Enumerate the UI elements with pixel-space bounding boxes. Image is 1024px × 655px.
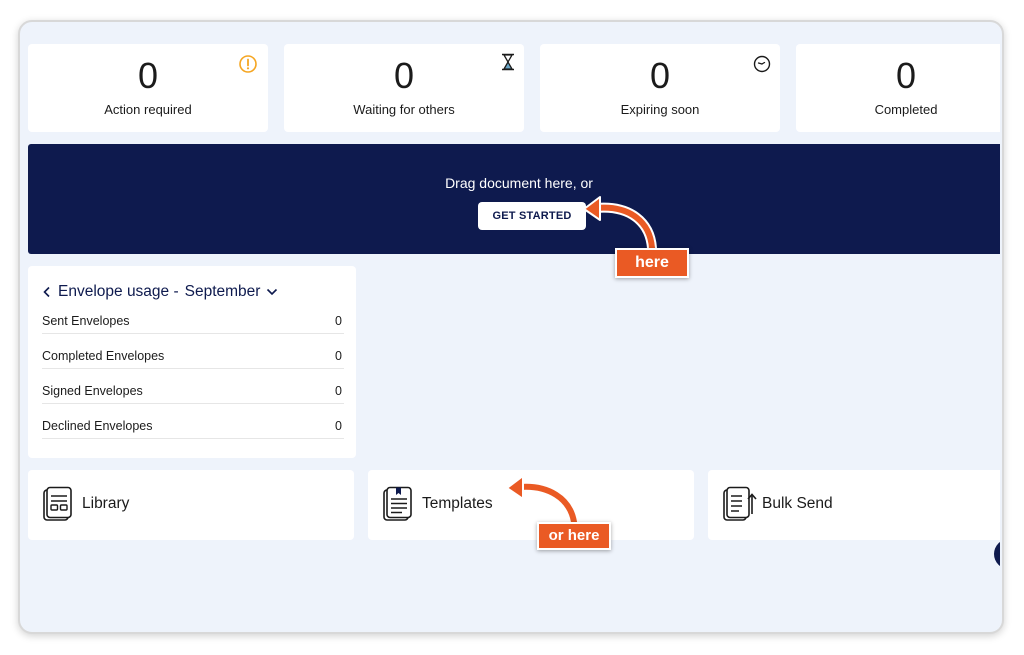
envelope-usage-card: Envelope usage - September Sent Envelope… (28, 266, 356, 458)
callout-here: here (615, 248, 689, 278)
tile-label: Library (82, 495, 130, 512)
usage-title: Envelope usage - (58, 283, 179, 300)
usage-row-label: Sent Envelopes (42, 314, 130, 328)
dashboard: 0 Action required 0 Waiting for others 0… (26, 28, 1000, 630)
upload-drop-zone[interactable]: Drag document here, or GET STARTED (28, 144, 1000, 254)
usage-row-value: 0 (335, 384, 342, 398)
templates-icon (383, 486, 412, 521)
usage-row-label: Signed Envelopes (42, 384, 143, 398)
tile-label: Templates (422, 495, 493, 512)
usage-header: Envelope usage - September (42, 283, 278, 301)
usage-row-label: Completed Envelopes (42, 349, 165, 363)
help-chat-button[interactable] (994, 539, 1000, 569)
templates-tile[interactable]: Templates (368, 470, 694, 540)
bulk-send-icon (723, 486, 757, 521)
bulk-send-tile[interactable]: Bulk Send (708, 470, 1000, 540)
get-started-button[interactable]: GET STARTED (478, 202, 586, 230)
usage-row-sent: Sent Envelopes 0 (42, 300, 344, 334)
usage-month-select[interactable]: September (185, 283, 261, 301)
usage-row-value: 0 (335, 314, 342, 328)
chevron-left-icon[interactable] (42, 286, 52, 298)
stat-card-completed[interactable]: 0 Completed (796, 44, 1000, 132)
hourglass-icon (502, 53, 514, 71)
stat-label: Expiring soon (620, 102, 700, 117)
tile-label: Bulk Send (762, 495, 833, 512)
screenshot-frame: 0 Action required 0 Waiting for others 0… (18, 20, 1004, 634)
stat-card-action-required[interactable]: 0 Action required (28, 44, 268, 132)
usage-row-completed: Completed Envelopes 0 (42, 335, 344, 369)
library-tile[interactable]: Library (28, 470, 354, 540)
warning-circle-icon (239, 55, 257, 73)
usage-row-value: 0 (335, 349, 342, 363)
stat-label: Completed (874, 102, 938, 117)
stat-value: 0 (393, 55, 415, 96)
stat-card-waiting-for-others[interactable]: 0 Waiting for others (284, 44, 524, 132)
stat-value: 0 (137, 55, 159, 96)
stat-label: Action required (104, 102, 192, 117)
chevron-down-icon[interactable] (266, 287, 278, 297)
stat-value: 0 (649, 55, 671, 96)
usage-row-declined: Declined Envelopes 0 (42, 405, 344, 439)
stat-card-expiring-soon[interactable]: 0 Expiring soon (540, 44, 780, 132)
stat-value: 0 (895, 55, 917, 96)
usage-row-value: 0 (335, 419, 342, 433)
clock-icon (753, 55, 771, 73)
callout-or-here: or here (537, 522, 611, 550)
usage-row-label: Declined Envelopes (42, 419, 153, 433)
drop-prompt: Drag document here, or (445, 175, 593, 191)
library-icon (43, 486, 72, 521)
usage-row-signed: Signed Envelopes 0 (42, 370, 344, 404)
stat-label: Waiting for others (353, 102, 455, 117)
